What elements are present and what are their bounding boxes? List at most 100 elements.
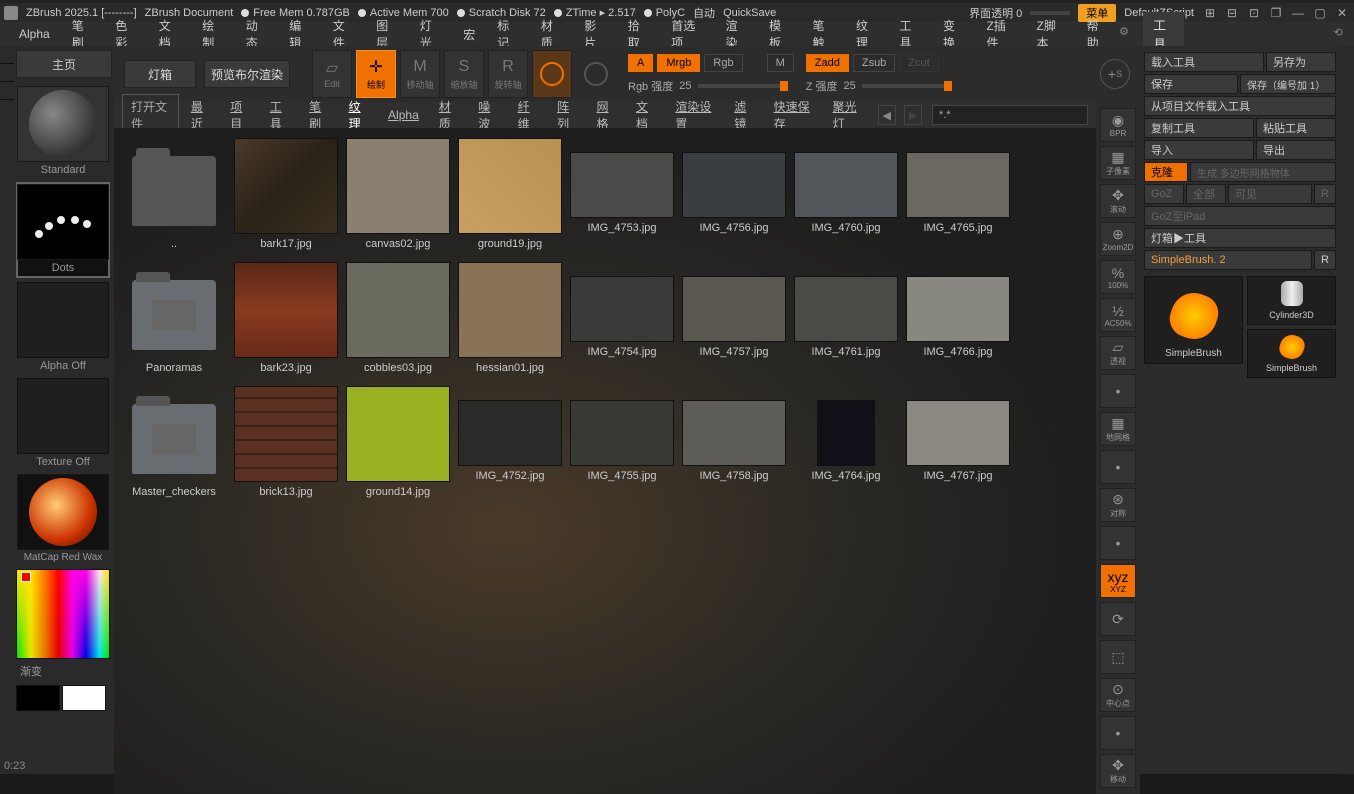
save-as-button[interactable]: 另存为 <box>1266 52 1336 72</box>
viewport-tool-11[interactable]: • <box>1100 526 1136 560</box>
texture-thumb[interactable]: IMG_4754.jpg <box>568 262 676 382</box>
viewport-tool-3[interactable]: ⊕Zoom2D <box>1100 222 1136 256</box>
edit-mode-button[interactable]: ▱Edit <box>312 50 352 98</box>
viewport-tool-7[interactable]: • <box>1100 374 1136 408</box>
gradient-label[interactable]: 渐变 <box>16 661 112 681</box>
texture-thumbnail[interactable]: Texture Off <box>16 378 110 470</box>
refresh-icon[interactable]: ⟲ <box>1334 26 1347 42</box>
tab-alpha[interactable]: Alpha <box>380 105 427 125</box>
export-button[interactable]: 导出 <box>1256 140 1336 160</box>
viewport-tool-6[interactable]: ▱透视 <box>1100 336 1136 370</box>
zsub-toggle[interactable]: Zsub <box>853 54 895 72</box>
texture-thumb[interactable]: IMG_4761.jpg <box>792 262 900 382</box>
zcut-toggle[interactable]: Zcut <box>899 54 938 72</box>
import-button[interactable]: 导入 <box>1144 140 1254 160</box>
viewport-tool-9[interactable]: • <box>1100 450 1136 484</box>
goz-button[interactable]: GoZ <box>1144 184 1184 204</box>
stroke-thumbnail[interactable]: Dots <box>16 182 110 278</box>
viewport-tool-0[interactable]: ◉BPR <box>1100 108 1136 142</box>
texture-thumb[interactable]: .. <box>120 138 228 258</box>
load-tool-button[interactable]: 载入工具 <box>1144 52 1264 72</box>
texture-thumb[interactable]: bark17.jpg <box>232 138 340 258</box>
texture-thumb[interactable]: IMG_4760.jpg <box>792 138 900 258</box>
nav-back-button[interactable]: ◀ <box>878 105 896 125</box>
dynamesh-indicator[interactable] <box>576 50 616 98</box>
texture-thumb[interactable]: IMG_4756.jpg <box>680 138 788 258</box>
viewport-tool-17[interactable]: ✥移动 <box>1100 754 1136 788</box>
rgb-toggle[interactable]: Rgb <box>704 54 742 72</box>
r-button[interactable]: R <box>1314 250 1336 270</box>
save-incremental-button[interactable]: 保存（编号加 1） <box>1240 74 1336 94</box>
viewport-tool-1[interactable]: ▦子像素 <box>1100 146 1136 180</box>
viewport-tool-15[interactable]: ⊙中心点 <box>1100 678 1136 712</box>
brush-thumbnail[interactable]: Standard <box>16 86 110 178</box>
texture-thumb[interactable]: canvas02.jpg <box>344 138 452 258</box>
texture-thumb[interactable]: ground14.jpg <box>344 386 452 506</box>
z-intensity-slider[interactable] <box>862 84 952 88</box>
texture-thumb[interactable]: IMG_4758.jpg <box>680 386 788 506</box>
viewport-tool-2[interactable]: ✥滚动 <box>1100 184 1136 218</box>
color-swatch-white[interactable] <box>62 685 106 711</box>
paste-tool-button[interactable]: 粘贴工具 <box>1256 118 1336 138</box>
viewport-tool-5[interactable]: ½AC50% <box>1100 298 1136 332</box>
add-sculpt-button[interactable]: +S <box>1100 59 1130 89</box>
preview-boolean-button[interactable]: 预览布尔渲染 <box>204 60 290 88</box>
texture-thumb[interactable]: IMG_4764.jpg <box>792 386 900 506</box>
lightbox-button[interactable]: 灯箱 <box>124 60 196 88</box>
viewport-tool-14[interactable]: ⬚ <box>1100 640 1136 674</box>
move-gizmo-button[interactable]: M移动轴 <box>400 50 440 98</box>
texture-thumb[interactable]: IMG_4767.jpg <box>904 386 1012 506</box>
texture-thumb[interactable]: brick13.jpg <box>232 386 340 506</box>
scale-gizmo-button[interactable]: S缩放轴 <box>444 50 484 98</box>
current-tool-label[interactable]: SimpleBrush. 2 <box>1144 250 1312 270</box>
texture-thumb[interactable]: IMG_4753.jpg <box>568 138 676 258</box>
viewport-tool-16[interactable]: • <box>1100 716 1136 750</box>
search-input[interactable] <box>932 105 1088 125</box>
m-toggle[interactable]: M <box>767 54 794 72</box>
rotate-gizmo-button[interactable]: R旋转轴 <box>488 50 528 98</box>
goz-ipad-button[interactable]: GoZ至iPad <box>1144 206 1336 226</box>
tool-preview-cylinder[interactable]: Cylinder3D <box>1247 276 1336 325</box>
viewport-tool-12[interactable]: xyzXYZ <box>1100 564 1136 598</box>
viewport-tool-4[interactable]: %100% <box>1100 260 1136 294</box>
viewport-tool-10[interactable]: ⊛对称 <box>1100 488 1136 522</box>
gear-icon[interactable]: ⚙ <box>1119 25 1133 43</box>
copy-tool-button[interactable]: 复制工具 <box>1144 118 1254 138</box>
menu-alpha[interactable]: Alpha <box>8 24 61 44</box>
gen-polymesh-button[interactable]: 生成 多边形网格物体 <box>1190 162 1336 182</box>
load-from-project-button[interactable]: 从项目文件载入工具 <box>1144 96 1336 116</box>
home-button[interactable]: 主页 <box>16 50 112 78</box>
material-thumbnail[interactable]: MatCap Red Wax <box>16 474 110 565</box>
texture-thumb[interactable]: cobbles03.jpg <box>344 262 452 382</box>
menu-macro[interactable]: 宏 <box>452 23 486 46</box>
tool-preview-simplebrush[interactable]: SimpleBrush <box>1144 276 1243 364</box>
texture-grid[interactable]: ..bark17.jpgcanvas02.jpgground19.jpgIMG_… <box>114 128 1096 794</box>
viewport-tool-13[interactable]: ⟳ <box>1100 602 1136 636</box>
lightbox-tools-button[interactable]: 灯箱▶工具 <box>1144 228 1336 248</box>
texture-thumb[interactable]: ground19.jpg <box>456 138 564 258</box>
texture-thumb[interactable]: hessian01.jpg <box>456 262 564 382</box>
goz-visible-button[interactable]: 可见 <box>1228 184 1312 204</box>
texture-thumb[interactable]: IMG_4755.jpg <box>568 386 676 506</box>
zadd-toggle[interactable]: Zadd <box>806 54 849 72</box>
texture-thumb[interactable]: Master_checkers <box>120 386 228 506</box>
texture-thumb[interactable]: bark23.jpg <box>232 262 340 382</box>
alpha-thumbnail[interactable]: Alpha Off <box>16 282 110 374</box>
sculptris-button[interactable] <box>532 50 572 98</box>
goz-r-button[interactable]: R <box>1314 184 1336 204</box>
texture-thumb[interactable]: IMG_4752.jpg <box>456 386 564 506</box>
viewport-tool-8[interactable]: ▦地网格 <box>1100 412 1136 446</box>
mrgb-toggle[interactable]: Mrgb <box>657 54 700 72</box>
nav-forward-button[interactable]: ▶ <box>904 105 922 125</box>
tool-preview-simplebrush-2[interactable]: SimpleBrush <box>1247 329 1336 378</box>
rgb-intensity-slider[interactable] <box>698 84 788 88</box>
goz-all-button[interactable]: 全部 <box>1186 184 1226 204</box>
save-button[interactable]: 保存 <box>1144 74 1238 94</box>
texture-thumb[interactable]: IMG_4757.jpg <box>680 262 788 382</box>
color-selector[interactable] <box>21 572 31 582</box>
texture-thumb[interactable]: Panoramas <box>120 262 228 382</box>
texture-thumb[interactable]: IMG_4765.jpg <box>904 138 1012 258</box>
color-picker[interactable] <box>16 569 110 659</box>
a-toggle[interactable]: A <box>628 54 653 72</box>
color-swatch-black[interactable] <box>16 685 60 711</box>
